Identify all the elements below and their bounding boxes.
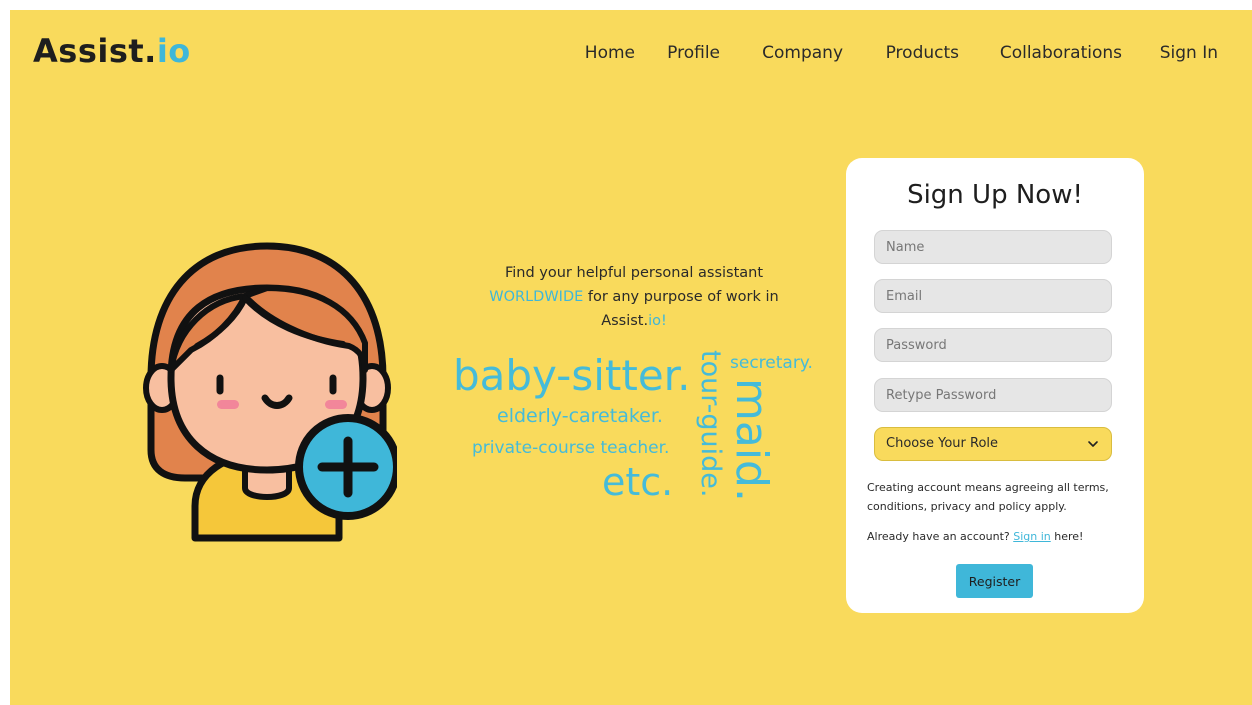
password-field[interactable] — [874, 328, 1112, 362]
tagline-brand-accent: io! — [648, 313, 667, 329]
role-select[interactable]: Choose Your Role — [874, 427, 1112, 461]
word-elderly-caretaker: elderly-caretaker. — [497, 405, 663, 427]
word-tour-guide: tour-guide. — [695, 350, 726, 498]
already-suffix: here! — [1050, 530, 1084, 543]
tagline-highlight: WORLDWIDE — [489, 289, 584, 305]
signup-title: Sign Up Now! — [907, 180, 1083, 210]
role-select-value: Choose Your Role — [886, 436, 999, 451]
terms-text: Creating account means agreeing all term… — [867, 481, 1109, 513]
tagline-line3: Assist.io! — [465, 309, 803, 333]
logo-accent: io — [156, 32, 191, 70]
nav-profile[interactable]: Profile — [667, 43, 720, 63]
tagline-line2: WORLDWIDE for any purpose of work in — [465, 285, 803, 309]
tagline-brand-main: Assist. — [601, 313, 649, 329]
girl-avatar-with-plus-icon — [143, 242, 397, 542]
logo-main: Assist. — [33, 32, 157, 70]
hero-tagline: Find your helpful personal assistant WOR… — [465, 261, 803, 333]
name-field[interactable] — [874, 230, 1112, 264]
already-prefix: Already have an account? — [867, 530, 1014, 543]
already-have-account: Already have an account? Sign in here! — [867, 530, 1127, 543]
retype-password-field[interactable] — [874, 378, 1112, 412]
word-baby-sitter: baby-sitter. — [453, 351, 691, 400]
signup-card: Sign Up Now! Choose Your Role Creating a… — [846, 158, 1144, 613]
nav-home[interactable]: Home — [585, 43, 635, 63]
tagline-rest: for any purpose of work in — [583, 289, 779, 305]
tagline-line1: Find your helpful personal assistant — [504, 265, 764, 281]
word-etc: etc. — [602, 460, 674, 504]
nav-sign-in[interactable]: Sign In — [1160, 43, 1218, 63]
word-secretary: secretary. — [730, 353, 813, 373]
chevron-down-icon — [1088, 441, 1098, 447]
logo[interactable]: Assist.io — [33, 32, 191, 70]
nav-company[interactable]: Company — [762, 43, 843, 63]
sign-in-link[interactable]: Sign in — [1013, 530, 1051, 543]
word-maid: maid. — [726, 378, 777, 502]
email-field[interactable] — [874, 279, 1112, 313]
page: Assist.io Home Profile Company Products … — [10, 10, 1252, 705]
word-private-course-teacher: private-course teacher. — [472, 438, 670, 458]
register-button[interactable]: Register — [956, 564, 1033, 598]
nav-products[interactable]: Products — [886, 43, 959, 63]
nav-collaborations[interactable]: Collaborations — [1000, 43, 1122, 63]
